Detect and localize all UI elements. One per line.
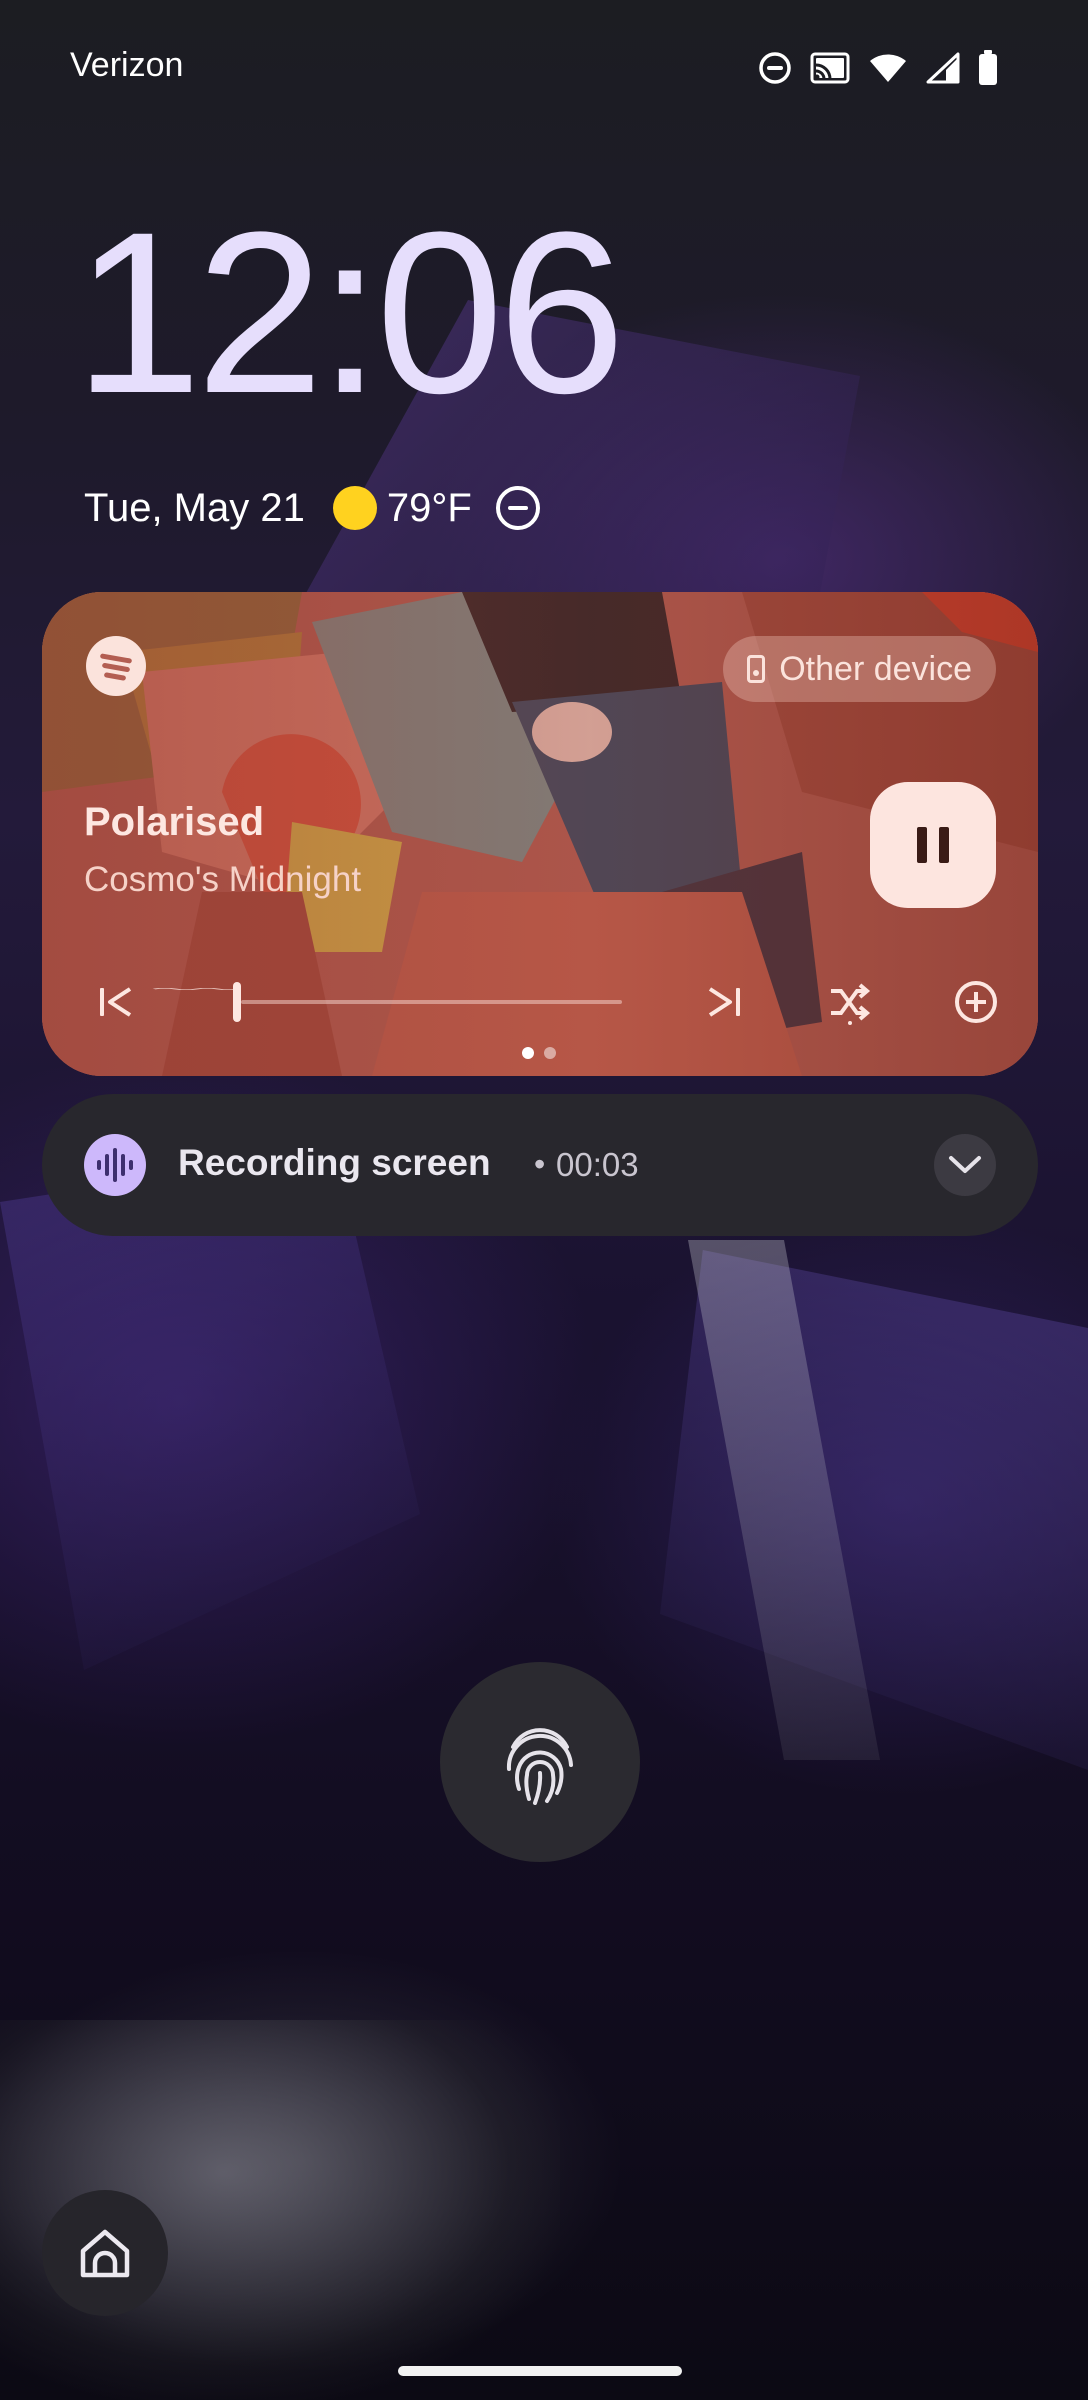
- temperature-text: 79°F: [386, 485, 472, 530]
- next-icon: [708, 987, 740, 1017]
- track-artist: Cosmo's Midnight: [84, 860, 362, 899]
- seek-remaining: [241, 1000, 622, 1004]
- notification-title: Recording screen: [178, 1142, 491, 1183]
- add-button[interactable]: [946, 972, 1006, 1032]
- notification-separator: •: [534, 1146, 546, 1182]
- sun-icon: [332, 486, 377, 530]
- shuffle-button[interactable]: [820, 972, 880, 1032]
- wallpaper-vein: [688, 1240, 880, 1760]
- wallpaper-facet: [660, 1250, 1088, 1770]
- fingerprint-icon: [506, 1728, 573, 1805]
- seek-played-wave: [152, 988, 237, 990]
- shuffle-icon: [831, 983, 871, 1025]
- dnd-icon: [759, 52, 791, 84]
- home-controls-button[interactable]: [42, 2190, 168, 2316]
- pause-icon-bar: [939, 827, 949, 863]
- recording-notification[interactable]: Recording screen • 00:03: [42, 1094, 1038, 1236]
- expand-button[interactable]: [934, 1134, 996, 1196]
- date-text: Tue, May 21: [84, 485, 305, 530]
- pause-button[interactable]: [870, 782, 996, 908]
- wifi-icon: [870, 54, 906, 82]
- notification-elapsed: 00:03: [556, 1146, 639, 1183]
- previous-icon: [100, 987, 132, 1017]
- output-device-label: Other device: [779, 649, 972, 688]
- cell-signal-icon: [926, 52, 960, 84]
- media-player-card[interactable]: Other device Polarised Cosmo's Midnight: [42, 592, 1038, 1076]
- lock-clock: 12:06: [74, 184, 626, 441]
- add-icon: [955, 981, 997, 1023]
- speaker-icon: [747, 655, 766, 683]
- status-bar: Verizon: [0, 0, 1088, 134]
- sound-wave-icon: [84, 1134, 146, 1196]
- gesture-nav-handle[interactable]: [398, 2366, 682, 2376]
- fingerprint-sensor[interactable]: [440, 1662, 640, 1862]
- date-weather-row[interactable]: Tue, May 21 79°F: [84, 478, 540, 538]
- media-controls: [42, 972, 1038, 1032]
- page-indicator: [522, 1047, 556, 1059]
- page-dot: [522, 1047, 534, 1059]
- next-button[interactable]: [694, 972, 754, 1032]
- dnd-icon: [495, 486, 540, 530]
- seek-bar[interactable]: [152, 982, 622, 1022]
- pause-icon-bar: [917, 827, 927, 863]
- carrier-name: Verizon: [70, 46, 184, 84]
- track-title: Polarised: [84, 800, 265, 844]
- spotify-icon: [86, 636, 146, 696]
- seek-thumb[interactable]: [233, 982, 241, 1022]
- chevron-down-icon: [949, 1156, 981, 1173]
- output-device-chip[interactable]: Other device: [723, 636, 996, 702]
- previous-button[interactable]: [86, 972, 146, 1032]
- battery-icon: [979, 50, 997, 85]
- home-icon: [80, 2229, 130, 2278]
- page-dot: [544, 1047, 556, 1059]
- status-icons: [758, 48, 998, 88]
- cast-icon: [810, 52, 850, 84]
